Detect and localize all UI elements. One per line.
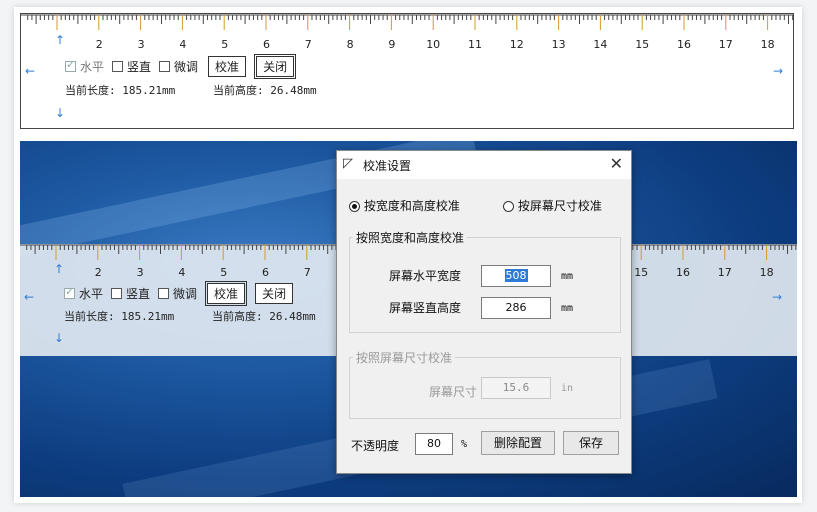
ruler-number: 16 xyxy=(677,38,691,51)
ruler-number: 6 xyxy=(263,38,270,51)
ruler-number: 17 xyxy=(718,38,733,51)
radio-width-height-label: 按宽度和高度校准 xyxy=(363,199,460,213)
ruler-number: 6 xyxy=(262,266,269,279)
height-value: 26.48mm xyxy=(269,310,316,323)
save-button[interactable]: 保存 xyxy=(563,431,619,455)
screen-height-label: 屏幕竖直高度 xyxy=(389,301,462,315)
ruler-scale xyxy=(21,14,793,30)
ruler-number: 2 xyxy=(95,38,103,51)
ruler-number: 4 xyxy=(178,266,186,279)
dialog-title: 校准设置 xyxy=(363,159,412,173)
ruler-controls: 水平 竖直 微调 校准 关闭 xyxy=(65,54,297,79)
radio-screen-size[interactable]: 按屏幕尺寸校准 xyxy=(503,197,602,214)
height-readout: 当前高度: 26.48mm xyxy=(213,82,317,98)
finetune-label: 微调 xyxy=(174,60,199,74)
radio-width-height[interactable]: 按宽度和高度校准 xyxy=(349,197,460,214)
ruler-number: 18 xyxy=(760,38,775,51)
height-value: 26.48mm xyxy=(270,84,317,97)
horizontal-label: 水平 xyxy=(80,60,105,74)
ruler-number: 3 xyxy=(136,266,144,279)
screen-width-label: 屏幕水平宽度 xyxy=(389,269,462,283)
ruler-number: 10 xyxy=(426,38,441,51)
radio-width-height-dot[interactable] xyxy=(349,201,360,212)
group-width-height-title: 按照宽度和高度校准 xyxy=(353,229,468,246)
opacity-input[interactable]: 80 xyxy=(415,433,453,455)
vertical-checkbox[interactable] xyxy=(112,61,124,72)
arrow-down-icon[interactable]: ↓ xyxy=(54,331,64,345)
ruler-controls-overlay: 水平 竖直 微调 校准 关闭 xyxy=(64,281,294,306)
delete-config-button[interactable]: 删除配置 xyxy=(481,431,555,455)
screen-width-unit: mm xyxy=(561,271,574,282)
group-screen-size-title: 按照屏幕尺寸校准 xyxy=(353,349,456,366)
close-ruler-button[interactable]: 关闭 xyxy=(255,283,294,304)
length-label: 当前长度: xyxy=(64,310,115,323)
length-value: 185.21mm xyxy=(121,310,175,323)
calibration-dialog: ◸ 校准设置 ✕ 按宽度和高度校准 按屏幕尺寸校准 按照宽度和高度校准 屏幕水平… xyxy=(336,150,632,474)
ruler-number: 5 xyxy=(221,38,229,51)
screen-size-unit: in xyxy=(561,383,574,394)
arrow-right-icon[interactable]: → xyxy=(772,290,782,304)
calibrate-button[interactable]: 校准 xyxy=(208,56,247,77)
ruler-number: 15 xyxy=(634,266,649,279)
ruler-number: 5 xyxy=(220,266,228,279)
calibrate-button[interactable]: 校准 xyxy=(205,281,248,306)
ruler-number: 11 xyxy=(468,38,482,51)
vertical-checkbox[interactable] xyxy=(111,288,123,299)
finetune-checkbox[interactable] xyxy=(159,61,171,72)
ruler-number: 12 xyxy=(509,38,524,51)
length-label: 当前长度: xyxy=(65,84,116,97)
arrow-left-icon[interactable]: ← xyxy=(24,290,34,304)
close-ruler-button[interactable]: 关闭 xyxy=(254,54,297,79)
screen-width-input[interactable]: 508 xyxy=(481,265,551,287)
opacity-label: 不透明度 xyxy=(351,439,400,453)
dialog-titlebar[interactable]: ◸ 校准设置 ✕ xyxy=(337,151,631,179)
screen-size-input[interactable]: 15.6 xyxy=(481,377,551,399)
ruler-number: 15 xyxy=(635,38,650,51)
length-readout: 当前长度: 185.21mm xyxy=(64,308,174,324)
ruler-number: 17 xyxy=(717,266,732,279)
ruler-number: 8 xyxy=(346,38,354,51)
arrow-right-icon[interactable]: → xyxy=(773,64,783,78)
height-readout: 当前高度: 26.48mm xyxy=(212,308,316,324)
ruler-number: 3 xyxy=(137,38,145,51)
screen-height-unit: mm xyxy=(561,303,574,314)
ruler-number: 16 xyxy=(676,266,690,279)
radio-screen-size-label: 按屏幕尺寸校准 xyxy=(517,199,602,213)
arrow-up-icon[interactable]: ↑ xyxy=(55,33,65,47)
vertical-label: 竖直 xyxy=(127,60,152,74)
radio-screen-size-dot[interactable] xyxy=(503,201,514,212)
opacity-unit: % xyxy=(461,439,468,450)
ruler-number: 7 xyxy=(304,38,312,51)
ruler-number: 2 xyxy=(94,266,102,279)
ruler-app-icon: ◸ xyxy=(343,156,353,171)
close-icon[interactable]: ✕ xyxy=(610,154,623,173)
arrow-left-icon[interactable]: ← xyxy=(25,64,35,78)
ruler-panel-top[interactable]: 2 3 4 5 6 7 8 9 10 11 12 13 14 15 16 17 18 ↑ ← → ↓ 水平 竖直… xyxy=(20,13,794,129)
ruler-number: 9 xyxy=(388,38,396,51)
vertical-label: 竖直 xyxy=(126,287,151,301)
horizontal-checkbox[interactable] xyxy=(64,285,75,299)
ruler-number: 7 xyxy=(303,266,311,279)
screen-size-label: 屏幕尺寸 xyxy=(429,385,478,399)
ruler-number: 13 xyxy=(551,38,566,51)
height-label: 当前高度: xyxy=(212,310,263,323)
length-value: 185.21mm xyxy=(122,84,176,97)
horizontal-label: 水平 xyxy=(79,287,104,301)
arrow-up-icon[interactable]: ↑ xyxy=(54,262,64,276)
ruler-number: 4 xyxy=(179,38,187,51)
finetune-label: 微调 xyxy=(173,287,198,301)
horizontal-checkbox[interactable] xyxy=(65,58,76,72)
ruler-number: 18 xyxy=(759,266,774,279)
arrow-down-icon[interactable]: ↓ xyxy=(55,106,65,120)
length-readout: 当前长度: 185.21mm xyxy=(65,82,175,98)
screen-height-input[interactable]: 286 xyxy=(481,297,551,319)
ruler-number: 14 xyxy=(593,38,608,51)
finetune-checkbox[interactable] xyxy=(158,288,170,299)
height-label: 当前高度: xyxy=(213,84,264,97)
